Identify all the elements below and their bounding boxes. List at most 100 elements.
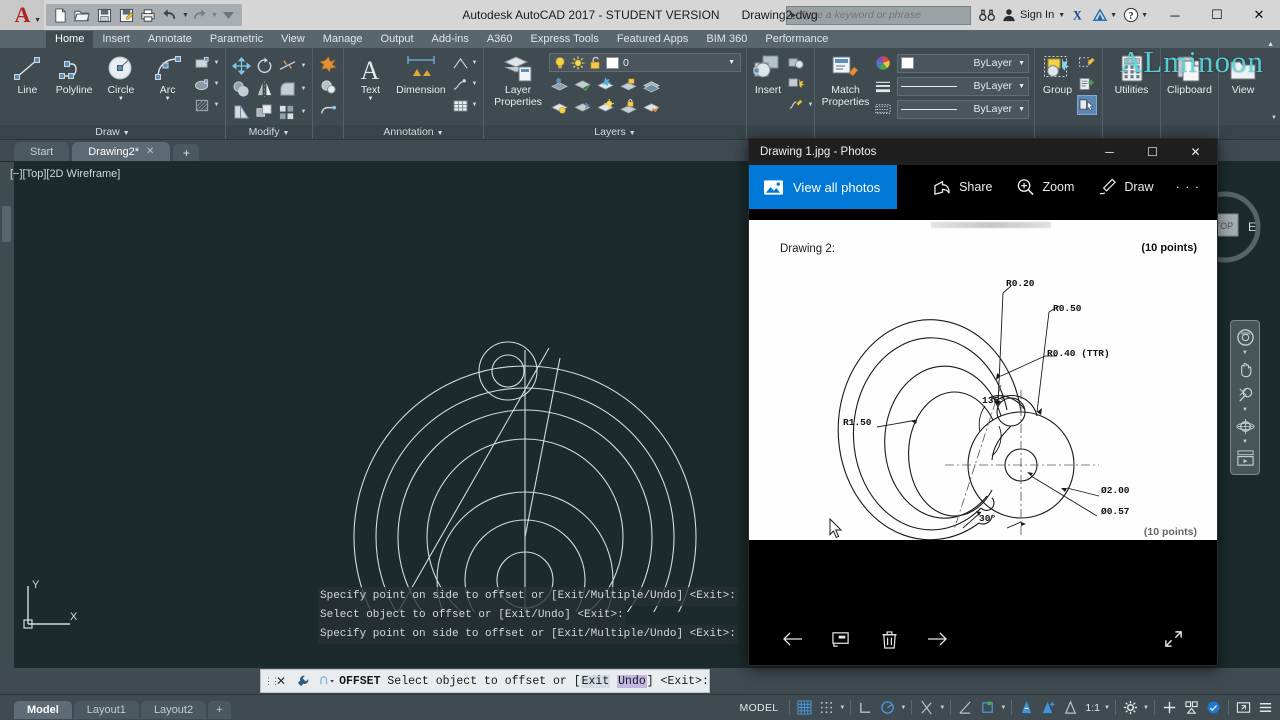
grid-icon[interactable] xyxy=(794,697,815,719)
open-icon[interactable] xyxy=(72,5,92,25)
search-input[interactable] xyxy=(800,9,970,21)
tab-output[interactable]: Output xyxy=(372,31,423,48)
tab-start[interactable]: Start xyxy=(14,142,70,161)
break-icon[interactable] xyxy=(318,77,338,97)
chevron-down-icon[interactable]: ▼ xyxy=(1110,12,1121,19)
plot-icon[interactable] xyxy=(138,5,158,25)
layout-tab-layout2[interactable]: Layout2 xyxy=(140,700,207,719)
chevron-down-icon[interactable]: ▼ xyxy=(367,96,373,102)
panel-layers-label[interactable]: Layers ▼ xyxy=(484,125,746,139)
chevron-down-icon[interactable]: ▼ xyxy=(283,130,290,137)
group-edit-icon[interactable] xyxy=(1077,53,1097,73)
orbit-icon[interactable] xyxy=(1234,415,1256,437)
chevron-down-icon[interactable]: ▼ xyxy=(938,705,946,711)
tab-featured-apps[interactable]: Featured Apps xyxy=(608,31,698,48)
snap-icon[interactable] xyxy=(816,697,837,719)
draw-button[interactable]: Draw xyxy=(1087,165,1164,209)
annotation-autoscale-icon[interactable] xyxy=(1060,697,1081,719)
layer-isolate-icon[interactable] xyxy=(595,74,615,94)
close-icon[interactable]: ✕ xyxy=(146,146,154,157)
match-properties-button[interactable]: Match Properties xyxy=(820,51,871,108)
chevron-down-icon[interactable]: ▼ xyxy=(471,81,478,87)
tab-a360[interactable]: A360 xyxy=(478,31,522,48)
linetype-dropdown[interactable]: ByLayer ▼ xyxy=(897,76,1029,96)
photos-minimize-button[interactable]: ─ xyxy=(1088,139,1131,165)
space-mode-button[interactable]: MODEL xyxy=(733,702,786,714)
chevron-down-icon[interactable]: ▼ xyxy=(1142,705,1150,711)
panel-modify-label[interactable]: Modify ▼ xyxy=(226,125,312,139)
chevron-down-icon[interactable]: ▼ xyxy=(1103,705,1111,711)
sign-in-button[interactable]: Sign In ▼ xyxy=(997,0,1070,30)
copy-icon[interactable] xyxy=(231,79,251,99)
photo-viewport[interactable]: Drawing 2: (10 points) (10 points) R0.20… xyxy=(749,209,1217,613)
application-menu-button[interactable]: A ▼ xyxy=(0,0,44,30)
command-line-bar[interactable]: ⋮⋮ ✕ OFFSET Select object to offset or [… xyxy=(260,669,710,693)
share-button[interactable]: Share xyxy=(922,165,1003,209)
menu-icon[interactable] xyxy=(1255,697,1276,719)
leader-icon[interactable] xyxy=(450,74,470,94)
chevron-down-icon[interactable]: ▼ xyxy=(118,96,124,102)
close-button[interactable]: ✕ xyxy=(1238,0,1280,30)
layer-unlock-icon[interactable] xyxy=(618,74,638,94)
layer-lock-icon[interactable] xyxy=(618,96,638,116)
chevron-down-icon[interactable]: ▼ xyxy=(1015,106,1025,113)
more-options-button[interactable]: · · · xyxy=(1167,165,1209,209)
rotate-icon[interactable] xyxy=(254,56,274,76)
object-snap-icon[interactable] xyxy=(916,697,937,719)
draw-circle-button[interactable]: Circle ▼ xyxy=(99,51,144,102)
join-icon[interactable] xyxy=(318,100,338,120)
layout-tab-model[interactable]: Model xyxy=(14,700,72,719)
fullscreen-icon[interactable] xyxy=(1233,697,1254,719)
chevron-down-icon[interactable]: ▼ xyxy=(123,130,130,137)
tab-manage[interactable]: Manage xyxy=(314,31,372,48)
zoom-button[interactable]: Zoom xyxy=(1005,165,1085,209)
ucs-icon-toggle[interactable] xyxy=(977,697,998,719)
autodesk-a360-icon[interactable] xyxy=(1090,5,1110,25)
chevron-down-icon[interactable]: ▼ xyxy=(899,705,907,711)
chevron-down-icon[interactable]: ▼ xyxy=(300,63,307,69)
hardware-acceleration-icon[interactable] xyxy=(1203,697,1224,719)
chevron-down-icon[interactable]: ▼ xyxy=(1242,350,1248,356)
ortho-icon[interactable] xyxy=(855,697,876,719)
customization-plus-icon[interactable] xyxy=(1159,697,1180,719)
chevron-down-icon[interactable]: ▼ xyxy=(999,705,1007,711)
new-icon[interactable] xyxy=(50,5,70,25)
move-icon[interactable] xyxy=(231,56,251,76)
group-button[interactable]: Group xyxy=(1040,51,1075,96)
annotation-text-button[interactable]: A Text ▼ xyxy=(349,51,392,102)
rectangle-icon[interactable] xyxy=(192,53,212,73)
multileader-icon[interactable] xyxy=(450,53,470,73)
customize-qat-icon[interactable] xyxy=(218,5,238,25)
showmotion-icon[interactable] xyxy=(1234,447,1256,469)
chevron-down-icon[interactable]: ▼ xyxy=(300,86,307,92)
infocenter-search[interactable]: ▶ xyxy=(785,5,971,25)
minimize-button[interactable]: ─ xyxy=(1154,0,1196,30)
stretch-icon[interactable] xyxy=(231,102,251,122)
steering-wheel-icon[interactable] xyxy=(1234,326,1256,348)
redo-icon[interactable] xyxy=(189,5,209,25)
annotation-dimension-button[interactable]: Dimension xyxy=(394,51,448,96)
isolate-objects-icon[interactable] xyxy=(1181,697,1202,719)
exchange-apps-icon[interactable]: X xyxy=(1070,5,1090,25)
save-as-icon[interactable] xyxy=(116,5,136,25)
group-manager-icon[interactable] xyxy=(1077,74,1097,94)
mirror-icon[interactable] xyxy=(254,79,274,99)
tab-annotate[interactable]: Annotate xyxy=(139,31,201,48)
draw-arc-button[interactable]: Arc ▼ xyxy=(145,51,190,102)
help-icon[interactable]: ? xyxy=(1121,5,1141,25)
pan-hand-icon[interactable] xyxy=(1234,358,1256,380)
photos-maximize-button[interactable]: ☐ xyxy=(1131,139,1174,165)
chevron-down-icon[interactable]: ▼ xyxy=(1058,12,1065,19)
tab-parametric[interactable]: Parametric xyxy=(201,31,272,48)
annotation-scale-value[interactable]: 1:1 xyxy=(1082,702,1102,714)
tab-performance[interactable]: Performance xyxy=(756,31,837,48)
layer-previous-icon[interactable] xyxy=(572,74,592,94)
layer-on-icon[interactable] xyxy=(549,96,569,116)
draw-line-button[interactable]: Line xyxy=(5,51,50,96)
chevron-down-icon[interactable]: ▼ xyxy=(1242,439,1248,445)
next-icon[interactable] xyxy=(913,613,961,665)
block-editor-icon[interactable] xyxy=(786,53,806,73)
binoculars-icon[interactable] xyxy=(977,5,997,25)
chevron-down-icon[interactable]: ▼ xyxy=(1141,12,1150,19)
edit-attribute-icon[interactable] xyxy=(786,95,806,115)
